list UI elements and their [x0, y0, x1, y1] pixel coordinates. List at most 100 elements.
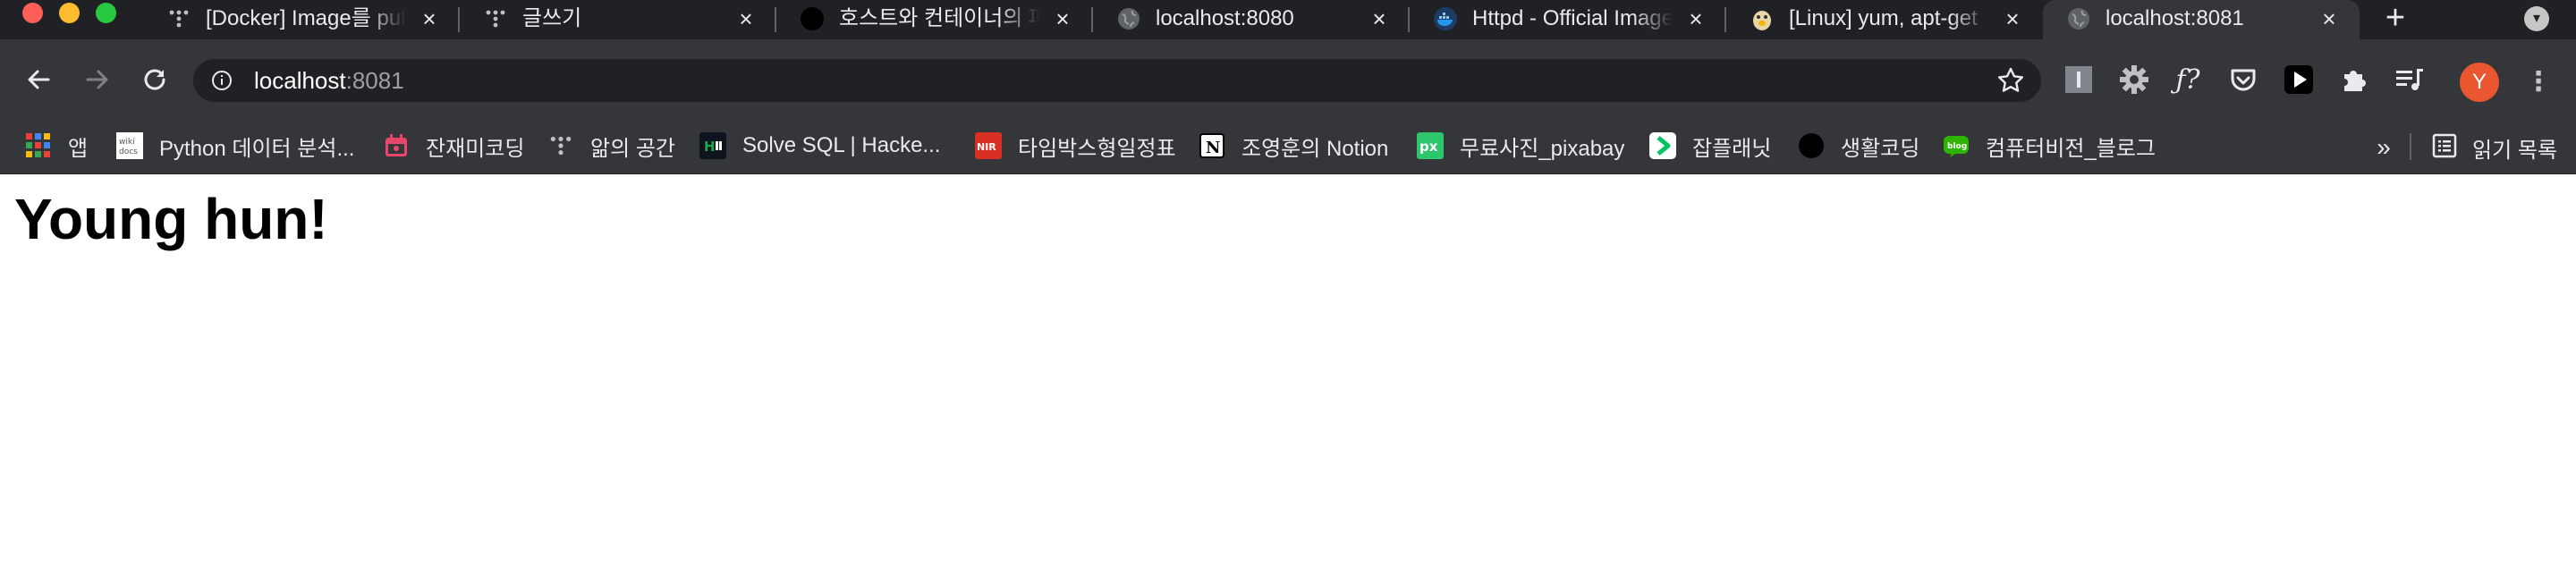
tab-linux-yum[interactable]: [Linux] yum, apt-get × — [1726, 0, 2043, 39]
tab-title: 글쓰기 — [522, 6, 582, 30]
instapaper-extension-icon[interactable] — [2063, 63, 2095, 96]
tab-title: Httpd - Official Image — [1472, 6, 1673, 30]
bookmark-jobplanet[interactable]: 잡플래닛 — [1649, 127, 1771, 165]
tab-title: localhost:8080 — [1156, 6, 1294, 30]
black-circle-icon — [1798, 132, 1825, 159]
bookmarks-overflow-button[interactable]: » — [2370, 122, 2397, 173]
bookmark-label: 타임박스형일정표 — [1018, 136, 1176, 161]
close-tab-icon[interactable]: × — [417, 6, 442, 31]
bookmark-label: Solve SQL | Hacke... — [742, 133, 941, 157]
site-info-icon[interactable] — [211, 70, 233, 91]
dots-icon — [547, 132, 574, 159]
tab-strip: [Docker] Image를 pull × 글쓰기 × 호스트와 컨테이너의 … — [0, 0, 2576, 39]
bookmarks-bar: 앱 wiki docs Python 데이터 분석... 잔재미코딩 앎의 공간 … — [0, 122, 2576, 174]
close-tab-icon[interactable]: × — [1683, 6, 1708, 31]
media-queue-icon[interactable] — [2394, 63, 2426, 96]
calendar-icon — [383, 132, 410, 159]
bookmark-label: 조영훈의 Notion — [1241, 136, 1389, 161]
url-host: localhost — [254, 67, 346, 94]
page-content: Young hun! — [0, 174, 2576, 574]
notion-icon: N — [1199, 132, 1225, 159]
forward-button[interactable] — [75, 57, 120, 102]
minimize-window-button[interactable] — [59, 3, 80, 23]
reload-icon — [144, 69, 165, 90]
tab-localhost-8080[interactable]: localhost:8080 × — [1093, 0, 1410, 39]
tab-write[interactable]: 글쓰기 × — [460, 0, 776, 39]
svg-text:px: px — [1419, 139, 1438, 155]
page-heading: Young hun! — [14, 187, 328, 251]
hackerrank-icon: H — [699, 132, 726, 159]
bookmark-apps[interactable]: 앱 — [25, 127, 88, 165]
close-tab-icon[interactable]: × — [733, 6, 758, 31]
bookmark-timebox[interactable]: NIR 타임박스형일정표 — [975, 127, 1176, 165]
svg-text:NIR: NIR — [977, 141, 996, 153]
dots-icon — [166, 6, 191, 31]
tab-title: localhost:8081 — [2106, 6, 2244, 30]
dots-icon — [483, 6, 508, 31]
svg-text:blog: blog — [1947, 142, 1967, 151]
tab-docker-image[interactable]: [Docker] Image를 pull × — [143, 0, 460, 39]
bookmark-star-icon[interactable] — [1996, 66, 2025, 95]
bookmark-cv-blog[interactable]: blog 컴퓨터비전_블로그 — [1943, 127, 2156, 165]
reading-list-icon — [2431, 132, 2458, 164]
close-window-button[interactable] — [22, 3, 43, 23]
bookmark-janjaemi[interactable]: 잔재미코딩 — [383, 127, 524, 165]
tab-search-icon[interactable]: ▾ — [2524, 6, 2549, 31]
zoom-window-button[interactable] — [96, 3, 116, 23]
browser-toolbar: localhost:8081 ƒ? Y ⋮ — [0, 39, 2576, 122]
tab-localhost-8081[interactable]: localhost:8081 × — [2043, 0, 2360, 39]
bookmark-label: 앱 — [68, 136, 89, 161]
bookmark-knowledge-space[interactable]: 앎의 공간 — [547, 127, 675, 165]
gear-extension-icon[interactable] — [2118, 63, 2150, 96]
close-tab-icon[interactable]: × — [1367, 6, 1392, 31]
url-text[interactable]: localhost:8081 — [254, 59, 404, 102]
bookmark-notion[interactable]: N 조영훈의 Notion — [1199, 127, 1388, 165]
tab-host-container[interactable]: 호스트와 컨테이너의 파일 × — [776, 0, 1093, 39]
tab-httpd-official[interactable]: Httpd - Official Image × — [1410, 0, 1726, 39]
svg-text:docs: docs — [119, 148, 138, 156]
nir-icon: NIR — [975, 132, 1002, 159]
bookmarks-divider — [2410, 133, 2411, 160]
arrow-right-icon — [86, 70, 108, 89]
close-tab-icon[interactable]: × — [1050, 6, 1075, 31]
puzzle-extensions-icon[interactable] — [2338, 63, 2370, 96]
pocket-extension-icon[interactable] — [2227, 63, 2259, 96]
globe-icon — [2066, 6, 2091, 31]
url-port: :8081 — [345, 67, 404, 94]
apps-grid-icon — [25, 132, 52, 159]
new-tab-button[interactable]: + — [2379, 1, 2411, 35]
back-button[interactable] — [16, 57, 61, 102]
globe-icon — [1116, 6, 1141, 31]
bookmark-hackerrank[interactable]: H Solve SQL | Hacke... — [699, 127, 940, 165]
close-tab-icon[interactable]: × — [2000, 6, 2025, 31]
bookmark-python-data[interactable]: wiki docs Python 데이터 분석... — [116, 127, 354, 165]
play-extension-icon[interactable] — [2283, 63, 2315, 96]
close-tab-icon[interactable]: × — [2317, 6, 2342, 31]
tab-title: 호스트와 컨테이너의 파일 — [839, 6, 1039, 30]
bookmark-label: 무료사진_pixabay — [1460, 136, 1625, 161]
svg-text:H: H — [704, 139, 716, 155]
jobplanet-icon — [1649, 132, 1676, 159]
profile-avatar[interactable]: Y — [2460, 63, 2499, 102]
bookmark-opentutorials[interactable]: 생활코딩 — [1798, 127, 1919, 165]
reading-list-label: 읽기 목록 — [2472, 138, 2557, 163]
pixabay-icon: px — [1417, 132, 1444, 159]
browser-menu-icon[interactable]: ⋮ — [2525, 64, 2552, 100]
reload-button[interactable] — [132, 57, 177, 102]
bookmark-label: 앎의 공간 — [590, 136, 675, 161]
blog-icon: blog — [1943, 132, 1970, 159]
python-icon — [1750, 6, 1775, 31]
bookmark-label: Python 데이터 분석... — [159, 136, 355, 161]
bookmark-label: 컴퓨터비전_블로그 — [1986, 136, 2156, 161]
docker-icon — [1433, 6, 1458, 31]
formula-extension-icon[interactable]: ƒ? — [2172, 63, 2204, 96]
bookmark-pixabay[interactable]: px 무료사진_pixabay — [1417, 127, 1624, 165]
tab-title: [Docker] Image를 pull — [206, 6, 406, 30]
svg-text:N: N — [1206, 139, 1220, 157]
bookmark-label: 잔재미코딩 — [426, 136, 525, 161]
bookmark-label: 생활코딩 — [1841, 136, 1920, 161]
tab-title: [Linux] yum, apt-get — [1789, 6, 1978, 30]
reading-list-button[interactable]: 읽기 목록 — [2431, 127, 2557, 168]
address-bar[interactable]: localhost:8081 — [193, 59, 2041, 102]
arrow-left-icon — [28, 70, 50, 89]
